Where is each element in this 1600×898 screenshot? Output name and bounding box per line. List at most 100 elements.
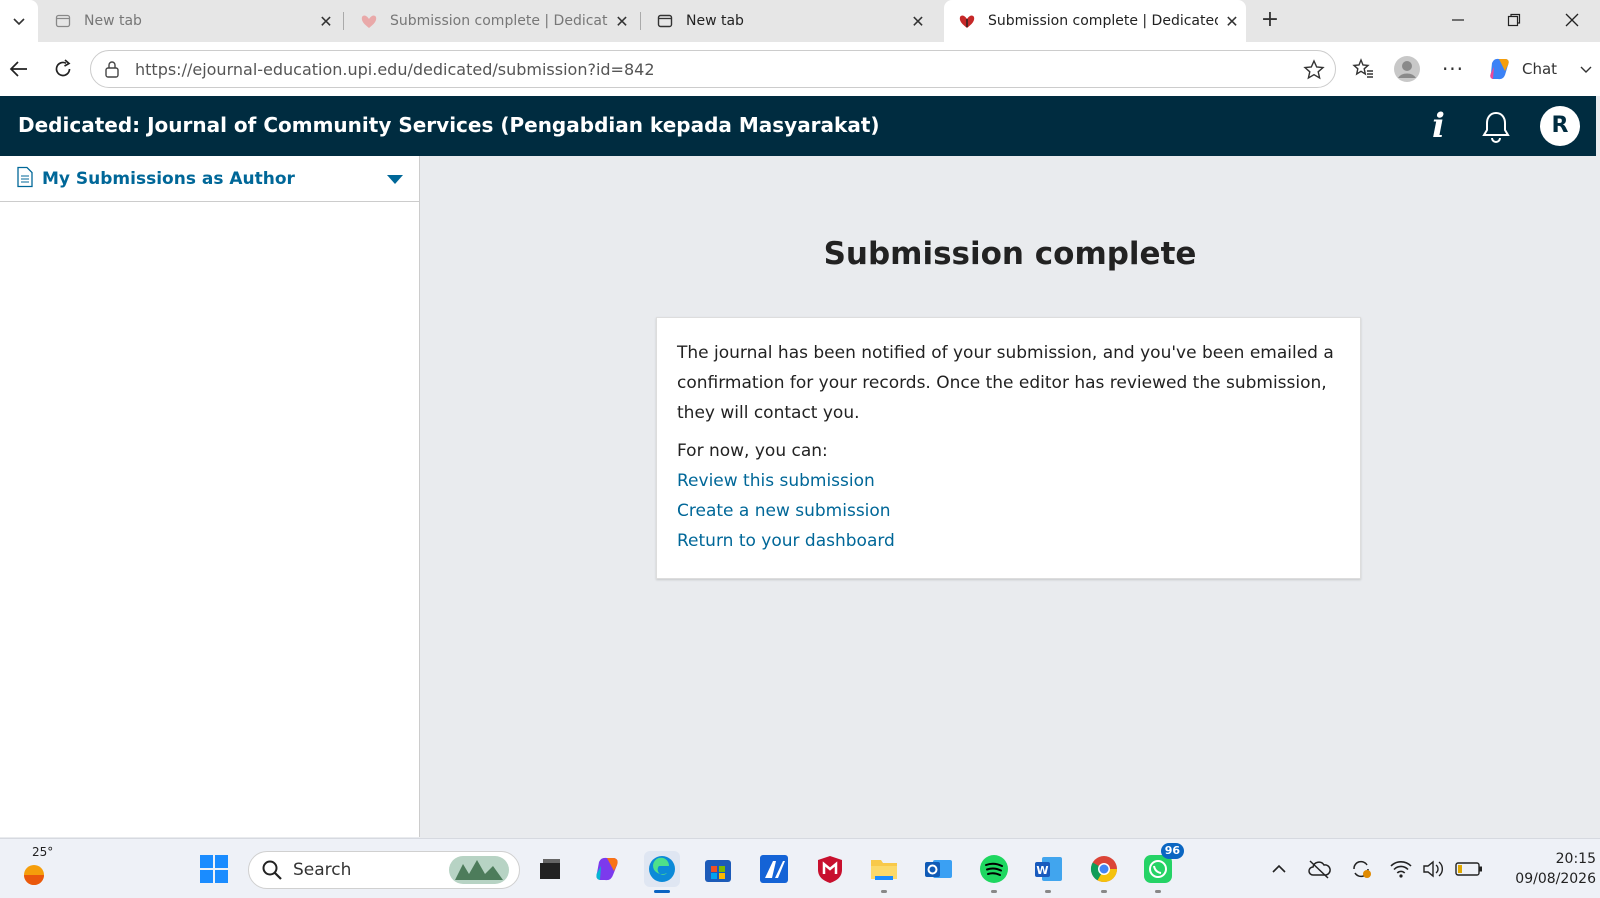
search-label: Search [293,860,352,880]
favorite-star-icon[interactable] [1303,59,1325,85]
folder-icon [871,860,897,880]
close-window-button[interactable] [1544,0,1600,40]
document-icon [16,166,34,192]
spotify-icon [980,855,1008,883]
wifi-button[interactable] [1386,851,1416,887]
word-icon: W [1035,857,1062,881]
settings-more-button[interactable]: ··· [1438,54,1468,84]
weather-widget[interactable]: 25° [18,845,58,893]
more-dots-icon: ··· [1441,57,1465,81]
browser-toolbar: https://ejournal-education.upi.edu/dedic… [0,42,1600,96]
weather-temp: 25° [32,845,54,859]
file-explorer-button[interactable] [866,851,902,893]
spotify-button[interactable] [976,851,1012,893]
tab-separator [343,12,344,30]
app-button-blue[interactable] [756,851,792,887]
favorites-button[interactable] [1348,54,1378,84]
running-app-indicator [991,890,997,893]
refresh-button[interactable] [48,54,78,84]
app-blue-icon [760,855,788,883]
new-tab-button[interactable]: + [1256,7,1284,35]
tab-new-tab-1[interactable]: New tab ✕ [40,0,340,42]
running-app-indicator [1101,890,1107,893]
next-steps-intro: For now, you can: [677,441,828,461]
onedrive-status-button[interactable] [1304,851,1334,887]
word-button[interactable]: W [1030,851,1066,893]
volume-button[interactable] [1418,851,1448,887]
new-tab-icon [54,12,72,30]
tab-actions-menu-button[interactable] [0,0,38,42]
wifi-icon [1390,861,1412,878]
chat-label: Chat [1522,60,1558,78]
close-tab-icon[interactable]: ✕ [608,12,636,31]
start-button[interactable] [196,851,232,887]
tab-submission-complete-1[interactable]: Submission complete | Dedicated: ✕ [346,0,636,42]
microsoft-store-button[interactable] [700,851,736,887]
edge-icon [649,856,675,882]
show-hidden-icons-button[interactable] [1264,851,1294,887]
unread-count-badge: 96 [1160,843,1184,859]
windows-logo-icon [200,855,228,883]
restore-button[interactable] [1486,0,1542,40]
copilot-taskbar-button[interactable] [590,851,626,887]
task-view-icon [540,859,560,879]
close-tab-icon[interactable]: ✕ [1218,12,1246,31]
copilot-icon [596,857,618,881]
info-icon[interactable]: i [1432,106,1445,146]
weather-sun-icon [24,865,44,885]
copilot-chat-button[interactable]: Chat [1480,51,1594,87]
notifications-bell-icon[interactable] [1480,110,1512,148]
tab-submission-complete-active[interactable]: Submission complete | Dedicated: ✕ [944,0,1246,42]
tab-strip: New tab ✕ Submission complete | Dedicate… [0,0,1600,42]
cloud-offline-icon [1308,860,1331,879]
create-new-submission-link[interactable]: Create a new submission [677,496,1340,526]
svg-text:W: W [1036,864,1048,877]
chevron-up-icon [1272,864,1286,873]
sync-status-button[interactable] [1346,851,1376,887]
profile-button[interactable] [1392,54,1422,84]
back-arrow-icon [9,61,27,77]
clock-date: 09/08/2026 [1515,871,1596,887]
copilot-icon [1490,58,1509,80]
running-app-indicator [881,890,887,893]
minimize-button[interactable] [1430,0,1486,40]
user-avatar-button[interactable]: R [1540,106,1580,146]
active-app-indicator [654,890,670,893]
address-bar[interactable]: https://ejournal-education.upi.edu/dedic… [90,50,1336,88]
chevron-down-icon [1580,66,1592,73]
back-button[interactable] [4,54,34,84]
new-tab-icon [656,12,674,30]
battery-button[interactable] [1452,851,1486,887]
close-icon [1565,13,1579,27]
tab-new-tab-2[interactable]: New tab ✕ [642,0,932,42]
plus-icon: + [1260,7,1280,32]
close-tab-icon[interactable]: ✕ [904,12,932,31]
close-tab-icon[interactable]: ✕ [312,12,340,31]
confirmation-message: The journal has been notified of your su… [677,343,1334,423]
return-to-dashboard-link[interactable]: Return to your dashboard [677,526,1340,556]
task-view-button[interactable] [532,851,568,887]
edge-browser-button[interactable] [644,851,680,893]
site-info-lock-icon[interactable] [101,60,123,78]
submission-complete-panel: The journal has been notified of your su… [656,317,1361,579]
taskbar-search[interactable]: Search [248,851,520,889]
review-submission-link[interactable]: Review this submission [677,466,1340,496]
search-icon [262,860,282,880]
chevron-down-icon [13,18,25,26]
chrome-button[interactable] [1086,851,1122,893]
journal-logo-icon [958,12,976,30]
dropdown-caret-icon [387,175,403,184]
windows-taskbar: 25° Search W 96 20:15 09/08/2026 [0,838,1600,898]
system-clock[interactable]: 20:15 09/08/2026 [1496,849,1596,889]
my-submissions-menu[interactable]: My Submissions as Author [0,156,419,202]
favorites-list-icon [1352,58,1373,78]
url-path: /dedicated/submission?id=842 [407,59,655,79]
whatsapp-button[interactable]: 96 [1140,843,1184,893]
refresh-icon [55,59,71,77]
journal-logo-icon [360,12,378,30]
journal-title[interactable]: Dedicated: Journal of Community Services… [18,113,880,137]
tab-label: New tab [686,13,744,29]
outlook-button[interactable] [920,851,956,887]
outlook-icon [925,860,952,878]
mcafee-button[interactable] [812,851,848,887]
